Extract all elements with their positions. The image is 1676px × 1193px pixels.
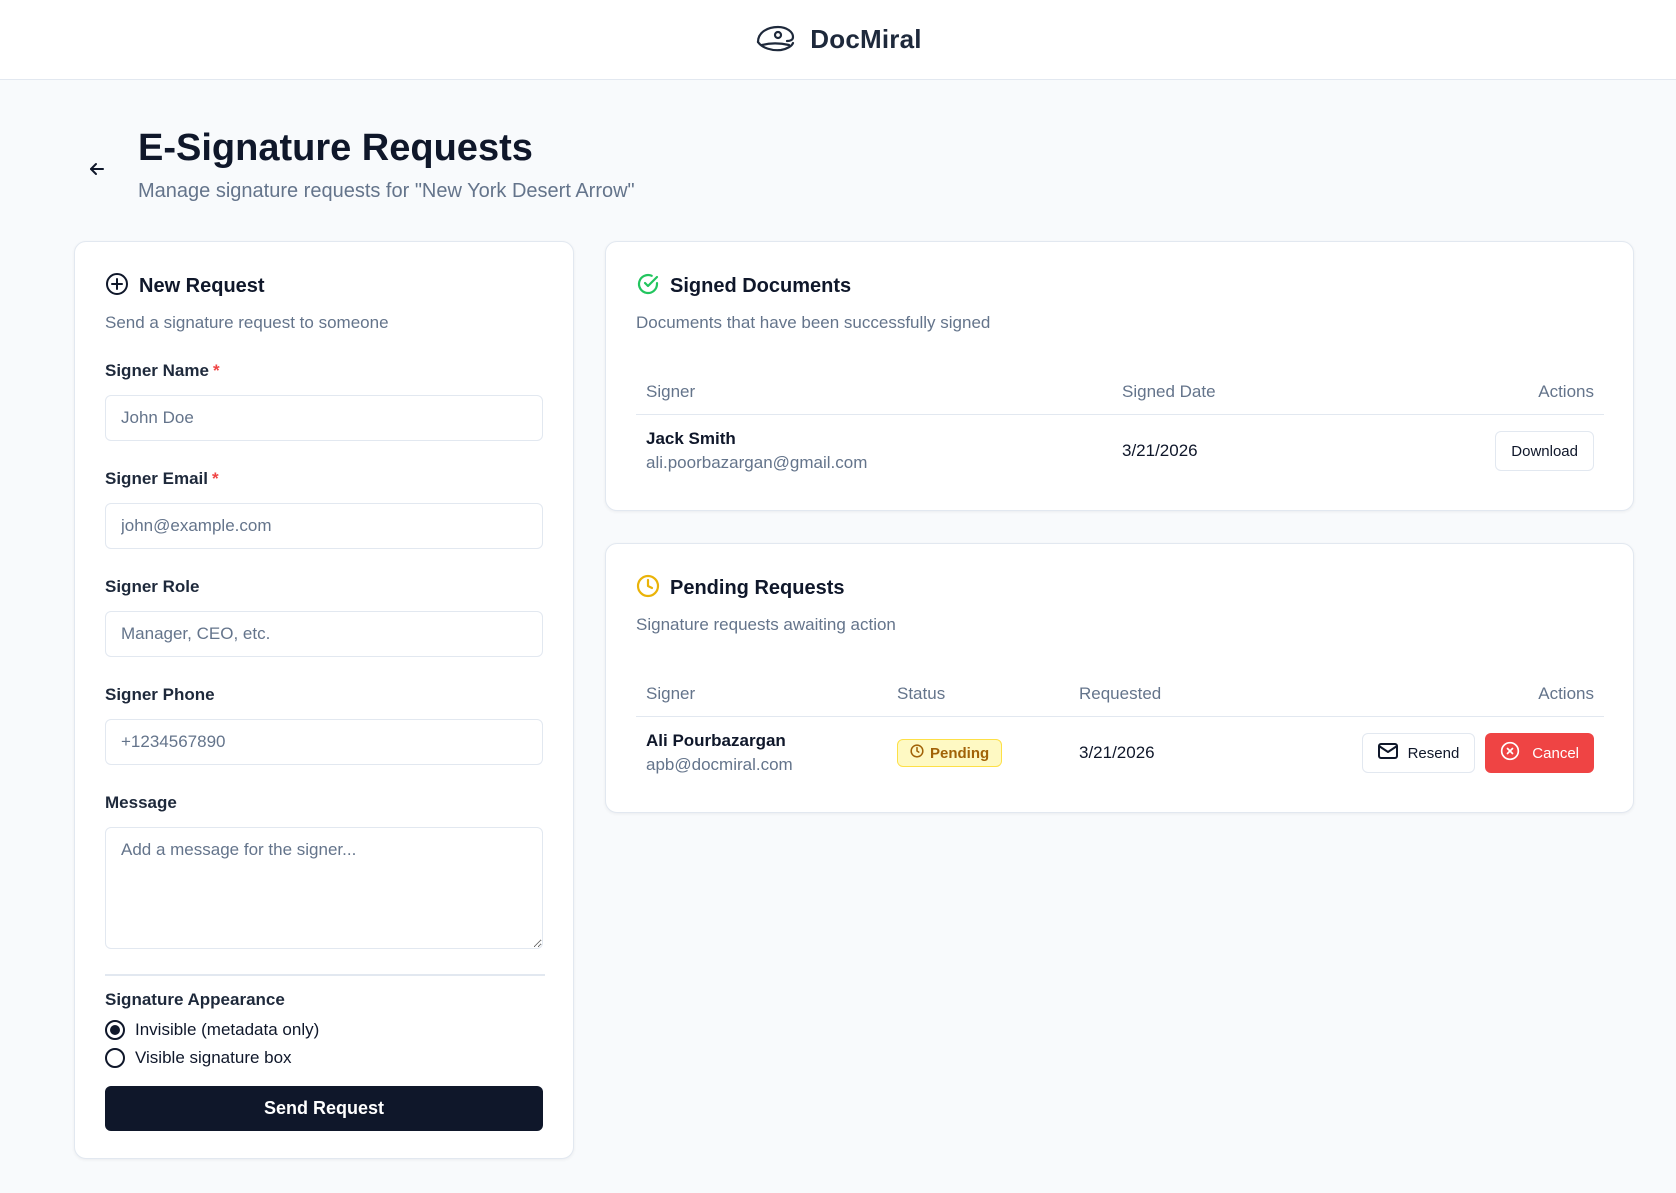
column-signer: Signer [646, 683, 696, 703]
signed-table: Signer Signed Date Actions Jack Smith al… [636, 369, 1604, 487]
signer-name: Ali Pourbazargan [646, 731, 786, 750]
pilot-cap-icon [754, 23, 798, 57]
signer-role-field: Signer Role [105, 577, 543, 657]
cancel-label[interactable]: Cancel [1532, 745, 1579, 762]
signer-email: apb@docmiral.com [646, 755, 793, 774]
column-actions: Actions [1538, 381, 1594, 401]
signer-name-label: Signer Name [105, 361, 209, 380]
clock-icon [636, 574, 660, 603]
radio-button-unchecked[interactable] [105, 1048, 125, 1068]
signer-phone-label: Signer Phone [105, 685, 215, 704]
back-arrow-icon[interactable] [82, 154, 112, 184]
new-request-description: Send a signature request to someone [105, 313, 389, 332]
signer-role-input[interactable] [105, 611, 543, 657]
column-actions: Actions [1538, 683, 1594, 703]
radio-invisible-option[interactable]: Invisible (metadata only) [105, 1020, 543, 1040]
radio-invisible-label[interactable]: Invisible (metadata only) [135, 1020, 319, 1040]
divider [105, 974, 545, 976]
signature-appearance-label: Signature Appearance [105, 990, 285, 1009]
message-field: Message [105, 793, 543, 954]
required-marker: * [211, 469, 219, 488]
table-header: Signer Signed Date Actions [636, 369, 1604, 415]
check-circle-icon [636, 272, 660, 301]
x-circle-icon [1500, 741, 1520, 765]
top-bar: DocMiral [0, 0, 1676, 80]
signer-name-field: Signer Name * [105, 361, 543, 441]
radio-button-checked[interactable] [105, 1020, 125, 1040]
status-badge: Pending [897, 739, 1003, 767]
signer-phone-input[interactable] [105, 719, 543, 765]
column-requested: Requested [1079, 683, 1162, 703]
pending-table: Signer Status Requested Actions Ali Pour… [636, 671, 1604, 789]
signer-phone-field: Signer Phone [105, 685, 543, 765]
column-signed-date: Signed Date [1122, 381, 1216, 401]
status-badge-label: Pending [930, 744, 990, 762]
signer-name: Jack Smith [646, 429, 736, 448]
signer-email: ali.poorbazargan@gmail.com [646, 453, 868, 472]
table-row: Jack Smith ali.poorbazargan@gmail.com 3/… [636, 415, 1604, 487]
required-marker: * [212, 361, 220, 380]
pending-requests-title: Pending Requests [670, 577, 845, 599]
resend-button[interactable]: Resend [1361, 733, 1476, 773]
signed-documents-description: Documents that have been successfully si… [636, 313, 991, 332]
radio-visible-option[interactable]: Visible signature box [105, 1048, 543, 1068]
signed-date: 3/21/2026 [1122, 441, 1198, 460]
new-request-card: New Request Send a signature request to … [74, 241, 574, 1159]
signer-email-field: Signer Email * [105, 469, 543, 549]
send-request-button[interactable]: Send Request [105, 1086, 543, 1131]
signer-email-label: Signer Email [105, 469, 208, 488]
page-title: E-Signature Requests [138, 127, 533, 169]
page-header: E-Signature Requests Manage signature re… [82, 127, 635, 203]
message-label: Message [105, 793, 177, 812]
requested-date: 3/21/2026 [1079, 743, 1155, 762]
signed-documents-title: Signed Documents [670, 275, 852, 297]
pending-requests-card: Pending Requests Signature requests awai… [605, 543, 1634, 813]
signer-name-input[interactable] [105, 395, 543, 441]
clock-icon [910, 744, 924, 762]
signed-documents-card: Signed Documents Documents that have bee… [605, 241, 1634, 511]
radio-visible-label[interactable]: Visible signature box [135, 1048, 292, 1068]
table-row: Ali Pourbazargan apb@docmiral.com Pendin… [636, 717, 1604, 789]
signer-role-label: Signer Role [105, 577, 200, 596]
signer-email-input[interactable] [105, 503, 543, 549]
new-request-title: New Request [139, 275, 265, 297]
page-subtitle: Manage signature requests for "New York … [138, 179, 635, 202]
table-header: Signer Status Requested Actions [636, 671, 1604, 717]
resend-label[interactable]: Resend [1408, 745, 1460, 762]
brand-name[interactable]: DocMiral [810, 24, 921, 55]
column-status: Status [897, 683, 946, 703]
cancel-button[interactable]: Cancel [1485, 733, 1594, 773]
download-button[interactable]: Download [1495, 431, 1594, 471]
mail-icon [1377, 743, 1398, 763]
pending-requests-description: Signature requests awaiting action [636, 615, 896, 634]
column-signer: Signer [646, 381, 696, 401]
plus-circle-icon [105, 272, 129, 301]
message-textarea[interactable] [105, 827, 543, 949]
